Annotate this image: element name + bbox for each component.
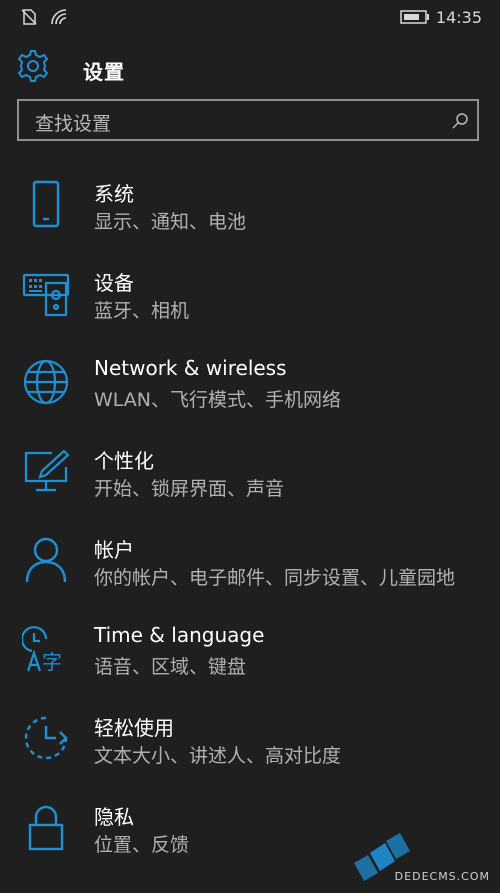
- personalization-icon: [24, 449, 70, 492]
- settings-item-system[interactable]: 系统 显示、通知、电池: [0, 166, 500, 255]
- wifi-icon: [51, 9, 67, 25]
- svg-text:字: 字: [42, 650, 62, 673]
- settings-item-time-language[interactable]: 字 Time & language 语音、区域、键盘: [0, 611, 500, 700]
- time-language-icon: 字: [22, 626, 62, 673]
- settings-item-personalization[interactable]: 个性化 开始、锁屏界面、声音: [0, 433, 500, 522]
- clock-time: 14:35: [435, 8, 482, 27]
- gear-icon: [17, 50, 49, 82]
- item-title: Time & language: [94, 623, 265, 647]
- watermark: DEDECMS.COM: [350, 823, 500, 889]
- settings-item-ease-of-access[interactable]: 轻松使用 文本大小、讲述人、高对比度: [0, 700, 500, 789]
- search-box[interactable]: 查找设置: [17, 99, 479, 141]
- settings-item-accounts[interactable]: 帐户 你的帐户、电子邮件、同步设置、儿童园地: [0, 522, 500, 611]
- page-header: 设置: [0, 44, 500, 92]
- settings-item-devices[interactable]: 设备 蓝牙、相机: [0, 255, 500, 344]
- battery-icon: [400, 10, 429, 24]
- item-title: 隐私: [94, 805, 134, 829]
- person-icon: [25, 537, 67, 583]
- devices-icon: [22, 273, 70, 317]
- watermark-text: DEDECMS.COM: [394, 870, 490, 883]
- item-subtitle: 开始、锁屏界面、声音: [94, 478, 285, 500]
- item-title: 轻松使用: [94, 716, 174, 740]
- item-subtitle: WLAN、飞行模式、手机网络: [94, 389, 342, 411]
- globe-icon: [23, 359, 69, 405]
- item-subtitle: 你的帐户、电子邮件、同步设置、儿童园地: [94, 567, 456, 589]
- item-title: 系统: [94, 182, 134, 206]
- item-title: 帐户: [94, 538, 134, 562]
- item-subtitle: 语音、区域、键盘: [94, 656, 247, 678]
- item-title: 设备: [94, 271, 134, 295]
- lock-icon: [28, 805, 64, 851]
- search-input[interactable]: 查找设置: [35, 109, 111, 136]
- item-subtitle: 蓝牙、相机: [94, 300, 190, 322]
- ease-of-access-icon: [24, 716, 68, 760]
- page-title: 设置: [83, 60, 125, 84]
- settings-item-network[interactable]: Network & wireless WLAN、飞行模式、手机网络: [0, 344, 500, 433]
- item-subtitle: 显示、通知、电池: [94, 211, 247, 233]
- item-title: Network & wireless: [94, 356, 287, 380]
- item-subtitle: 文本大小、讲述人、高对比度: [94, 745, 342, 767]
- item-subtitle: 位置、反馈: [94, 834, 190, 856]
- status-bar: 14:35: [0, 0, 500, 34]
- no-sim-icon: [21, 9, 37, 25]
- phone-icon: [32, 180, 60, 228]
- settings-list: 系统 显示、通知、电池 设备 蓝牙、相机 Network & wireless …: [0, 166, 500, 878]
- item-title: 个性化: [94, 449, 154, 473]
- search-icon[interactable]: [451, 112, 469, 130]
